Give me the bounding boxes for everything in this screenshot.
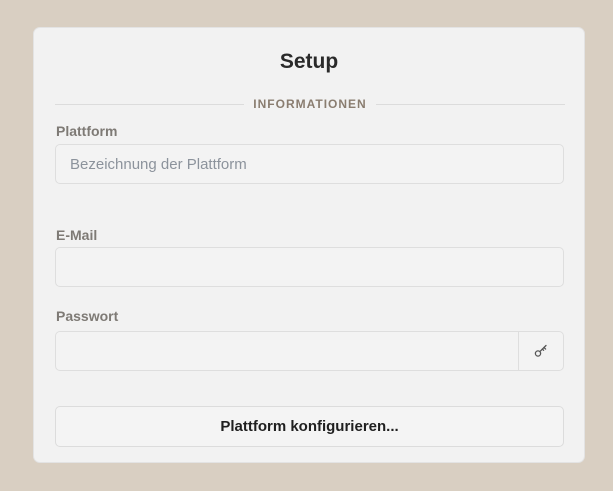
key-icon [534, 344, 547, 357]
configure-platform-button[interactable]: Plattform konfigurieren... [55, 406, 564, 447]
divider-line-right [375, 103, 565, 105]
setup-card: Setup INFORMATIONEN Plattform E-Mail Pas… [33, 27, 585, 463]
section-divider: INFORMATIONEN [55, 96, 565, 112]
email-label: E-Mail [56, 227, 98, 243]
platform-label: Plattform [56, 123, 118, 139]
platform-input[interactable] [55, 144, 564, 184]
card-title: Setup [279, 50, 339, 73]
section-label: INFORMATIONEN [253, 97, 367, 111]
divider-line-left [55, 103, 245, 105]
password-field-group [55, 331, 564, 371]
password-input[interactable] [56, 332, 518, 370]
password-toggle-button[interactable] [518, 332, 563, 370]
password-label: Passwort [56, 308, 119, 324]
email-input[interactable] [55, 247, 564, 287]
